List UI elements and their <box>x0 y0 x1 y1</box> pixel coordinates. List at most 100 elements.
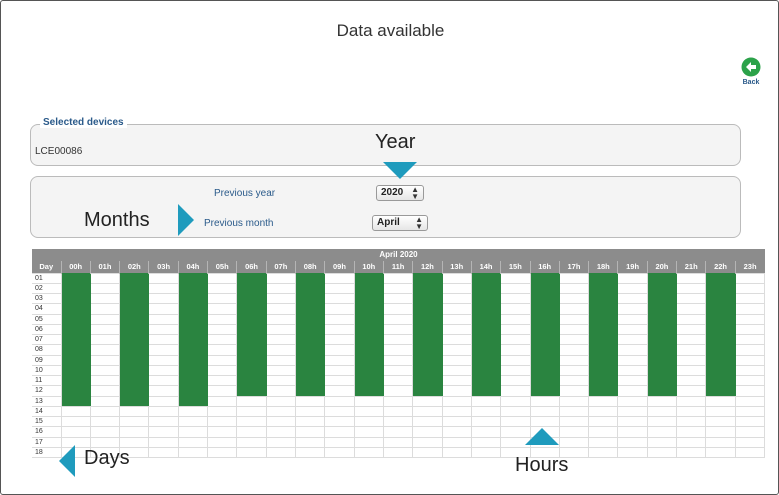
data-empty-cell <box>734 313 766 325</box>
data-empty-cell <box>324 426 355 438</box>
data-empty-cell <box>265 436 297 448</box>
data-available-cell <box>119 303 150 315</box>
data-empty-cell <box>324 374 355 387</box>
table-row: 07 <box>32 333 766 346</box>
hour-header-01h: 01h <box>89 261 120 273</box>
data-available-cell <box>294 303 326 315</box>
data-empty-cell <box>265 374 297 387</box>
data-empty-cell <box>382 405 414 418</box>
data-empty-cell <box>734 385 766 397</box>
data-available-cell <box>60 354 91 366</box>
data-empty-cell <box>324 344 355 356</box>
hour-header-08h: 08h <box>294 261 325 273</box>
data-empty-cell <box>89 313 121 325</box>
data-empty-cell <box>500 323 531 336</box>
data-available-cell <box>705 333 736 346</box>
data-available-cell <box>177 354 209 366</box>
data-empty-cell <box>441 303 472 315</box>
data-available-cell <box>294 272 326 284</box>
data-empty-cell <box>89 385 121 397</box>
data-available-cell <box>119 282 150 295</box>
data-empty-cell <box>558 426 590 438</box>
day-label: 07 <box>32 333 62 346</box>
data-empty-cell <box>676 446 707 459</box>
data-available-cell <box>412 313 443 325</box>
hour-header-05h: 05h <box>207 261 237 273</box>
data-empty-cell <box>500 282 531 295</box>
data-empty-cell <box>148 282 179 295</box>
data-empty-cell <box>734 374 766 387</box>
data-available-cell <box>588 354 619 366</box>
data-empty-cell <box>207 426 238 438</box>
data-available-cell <box>353 313 384 325</box>
select-updown-icon: ▲ ▼ <box>411 185 419 201</box>
data-empty-cell <box>734 415 766 428</box>
table-row: 05 <box>32 313 766 325</box>
data-empty-cell <box>89 426 121 438</box>
data-empty-cell <box>676 282 707 295</box>
data-available-cell <box>470 313 502 325</box>
data-empty-cell <box>382 395 414 407</box>
data-empty-cell <box>500 272 531 284</box>
hour-header-14h: 14h <box>470 261 501 273</box>
data-empty-cell <box>676 354 707 366</box>
data-empty-cell <box>617 333 648 346</box>
data-empty-cell <box>324 323 355 336</box>
day-label: 14 <box>32 405 62 418</box>
day-label: 08 <box>32 344 62 356</box>
hour-header-00h: 00h <box>60 261 91 273</box>
data-available-cell <box>705 385 736 397</box>
back-button[interactable]: Back <box>737 57 765 99</box>
data-empty-cell <box>588 436 619 448</box>
data-available-cell <box>119 395 150 407</box>
months-callout-arrow-icon <box>178 204 194 236</box>
data-available-cell <box>294 374 326 387</box>
data-available-cell <box>236 313 267 325</box>
data-empty-cell <box>588 395 619 407</box>
data-empty-cell <box>207 436 238 448</box>
data-available-cell <box>588 272 619 284</box>
data-available-cell <box>529 272 560 284</box>
day-label: 02 <box>32 282 62 295</box>
data-empty-cell <box>558 436 590 448</box>
data-empty-cell <box>558 323 590 336</box>
availability-table: Day 00h 01h 02h 03h 04h 05h 06h 07h 08h 09h 10h 11h… <box>32 261 766 459</box>
data-available-cell <box>353 303 384 315</box>
data-available-cell <box>236 272 267 284</box>
table-row: 16 <box>32 426 766 438</box>
data-empty-cell <box>265 395 297 407</box>
data-available-cell <box>412 354 443 366</box>
month-select[interactable]: April ▲ ▼ <box>372 215 428 231</box>
data-empty-cell <box>177 446 209 459</box>
data-empty-cell <box>207 323 238 336</box>
data-empty-cell <box>734 354 766 366</box>
data-empty-cell <box>207 333 238 346</box>
data-empty-cell <box>705 405 736 418</box>
data-empty-cell <box>265 272 297 284</box>
data-available-cell <box>470 333 502 346</box>
data-empty-cell <box>412 395 443 407</box>
year-select[interactable]: 2020 ▲ ▼ <box>376 185 424 201</box>
data-available-cell <box>119 333 150 346</box>
availability-grid: April 2020 Day 00h 01h 02h 03h 04h 05h 06h 07h 0… <box>32 249 766 461</box>
data-empty-cell <box>500 364 531 377</box>
year-callout: Year <box>375 131 416 153</box>
data-available-cell <box>705 323 736 336</box>
data-empty-cell <box>353 446 384 459</box>
data-empty-cell <box>676 333 707 346</box>
hour-header-22h: 22h <box>705 261 736 273</box>
data-available-cell <box>177 364 209 377</box>
data-available-cell <box>119 344 150 356</box>
data-available-cell <box>353 333 384 346</box>
data-empty-cell <box>705 436 736 448</box>
data-empty-cell <box>676 426 707 438</box>
data-empty-cell <box>734 323 766 336</box>
data-available-cell <box>646 282 678 295</box>
data-empty-cell <box>646 395 678 407</box>
data-empty-cell <box>676 303 707 315</box>
day-label: 15 <box>32 415 62 428</box>
data-empty-cell <box>324 292 355 305</box>
data-empty-cell <box>89 344 121 356</box>
data-available-cell <box>646 344 678 356</box>
data-empty-cell <box>294 426 326 438</box>
